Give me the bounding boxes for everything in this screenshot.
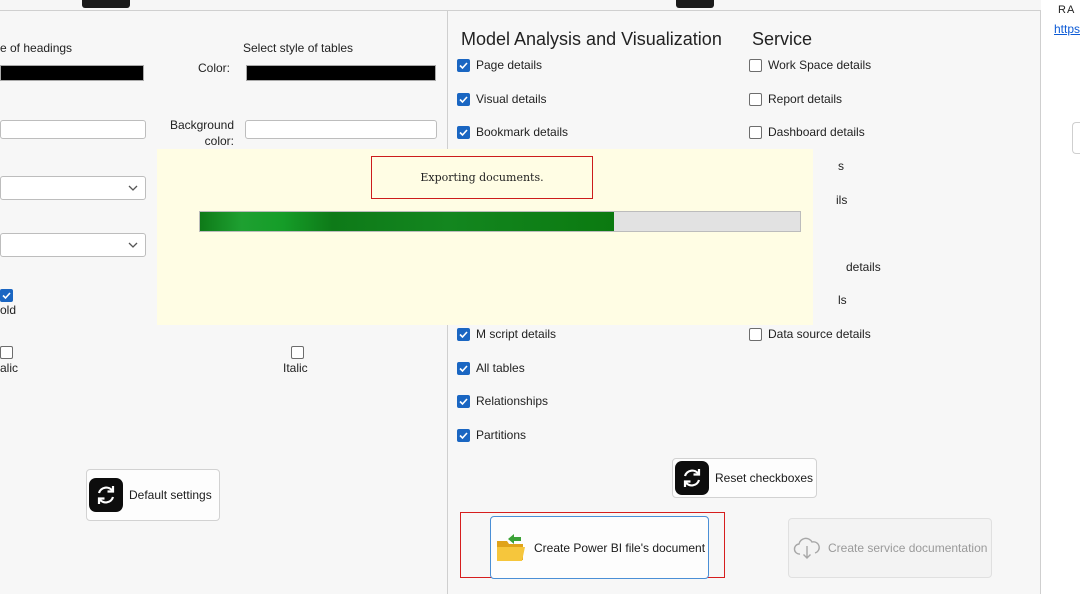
default-settings-button[interactable]: Default settings xyxy=(86,469,220,521)
top-left-tab-icon xyxy=(82,0,130,8)
checkbox[interactable] xyxy=(457,58,470,72)
bold-checkbox[interactable] xyxy=(0,289,13,302)
checkbox[interactable] xyxy=(749,125,762,139)
export-status-box: Exporting documents. xyxy=(371,156,593,199)
check-m-script-details[interactable]: M script details xyxy=(457,327,556,341)
refresh-icon xyxy=(89,478,123,512)
checkbox[interactable] xyxy=(749,58,762,72)
checkbox-label: Work Space details xyxy=(768,58,872,72)
checkbox-label: Bookmark details xyxy=(476,125,569,139)
checkbox-label: Page details xyxy=(476,58,543,72)
right-panel-heading-partial: RA xyxy=(1058,4,1076,16)
check-visual-details[interactable]: Visual details xyxy=(457,92,547,106)
service-title: Service xyxy=(752,29,813,49)
export-progress-bar xyxy=(199,211,801,232)
checkbox[interactable] xyxy=(749,92,762,106)
check-data-source-details[interactable]: Data source details xyxy=(749,327,871,341)
checkbox-label: Partitions xyxy=(476,428,527,442)
tables-background-input[interactable] xyxy=(245,120,437,139)
service-check-label-partial: s xyxy=(838,159,844,173)
create-service-label: Create service documentation xyxy=(828,541,988,555)
checkbox[interactable] xyxy=(457,92,470,106)
chevron-down-icon xyxy=(128,185,138,191)
headings-size-combo[interactable] xyxy=(0,233,146,257)
check-dashboard-details[interactable]: Dashboard details xyxy=(749,125,865,139)
export-status-text: Exporting documents. xyxy=(420,171,544,184)
checkbox[interactable] xyxy=(457,394,470,408)
italic-checkbox-headings[interactable] xyxy=(0,346,13,359)
create-service-documentation-button[interactable]: Create service documentation xyxy=(788,518,992,578)
checkbox[interactable] xyxy=(457,327,470,341)
checkbox[interactable] xyxy=(749,327,762,341)
tables-style-label: Select style of tables xyxy=(243,41,354,55)
reset-checkboxes-label: Reset checkboxes xyxy=(715,471,814,485)
export-progress-overlay: Exporting documents. xyxy=(157,149,813,325)
checkbox-label: Dashboard details xyxy=(768,125,865,139)
cloud-download-icon xyxy=(793,537,820,559)
check-workspace-details[interactable]: Work Space details xyxy=(749,58,871,72)
background-color-label: Background color: xyxy=(160,117,234,149)
italic-checkbox-tables[interactable] xyxy=(291,346,304,359)
checkbox-label: All tables xyxy=(476,361,525,375)
check-relationships[interactable]: Relationships xyxy=(457,394,548,408)
italic-label-headings: alic xyxy=(0,361,19,375)
chevron-down-icon xyxy=(128,242,138,248)
tables-color-label: Color: xyxy=(197,61,230,75)
service-check-label-partial: details xyxy=(846,260,881,274)
tables-color-swatch[interactable] xyxy=(246,65,436,81)
folder-open-icon xyxy=(497,533,525,561)
right-panel: RA https xyxy=(1041,0,1080,594)
refresh-icon xyxy=(675,461,709,495)
service-check-label-partial: ils xyxy=(836,193,848,207)
create-pbi-label: Create Power BI file's document xyxy=(534,540,706,555)
background-label-line2: color: xyxy=(204,134,234,148)
italic-label-tables: Italic xyxy=(283,361,308,375)
headings-color-swatch[interactable] xyxy=(0,65,144,81)
checkbox[interactable] xyxy=(457,125,470,139)
bold-label: old xyxy=(0,303,17,317)
headings-background-input[interactable] xyxy=(0,120,146,139)
checkbox-label: Visual details xyxy=(476,92,547,106)
checkbox[interactable] xyxy=(457,361,470,375)
top-mid-tab-icon xyxy=(676,0,714,8)
checkbox-label: M script details xyxy=(476,327,557,341)
background-label-line1: Background xyxy=(169,118,234,132)
headings-style-label: e of headings xyxy=(0,41,73,55)
check-all-tables[interactable]: All tables xyxy=(457,361,525,375)
check-page-details[interactable]: Page details xyxy=(457,58,542,72)
default-settings-label: Default settings xyxy=(129,488,212,502)
checkbox-label: Report details xyxy=(768,92,843,106)
create-power-bi-document-button[interactable]: Create Power BI file's document xyxy=(490,516,709,579)
reset-checkboxes-button[interactable]: Reset checkboxes xyxy=(672,458,817,498)
model-analysis-title: Model Analysis and Visualization xyxy=(461,29,722,49)
service-check-label-partial: ls xyxy=(838,293,847,307)
checkbox-label: Relationships xyxy=(476,394,549,408)
check-bookmark-details[interactable]: Bookmark details xyxy=(457,125,568,139)
checkbox[interactable] xyxy=(457,428,470,442)
headings-font-combo[interactable] xyxy=(0,176,146,200)
progress-fill xyxy=(200,212,614,231)
check-partitions[interactable]: Partitions xyxy=(457,428,526,442)
checkbox-label: Data source details xyxy=(768,327,871,341)
check-report-details[interactable]: Report details xyxy=(749,92,842,106)
right-panel-link[interactable]: https xyxy=(1054,22,1080,36)
right-panel-button-partial[interactable] xyxy=(1072,122,1080,154)
